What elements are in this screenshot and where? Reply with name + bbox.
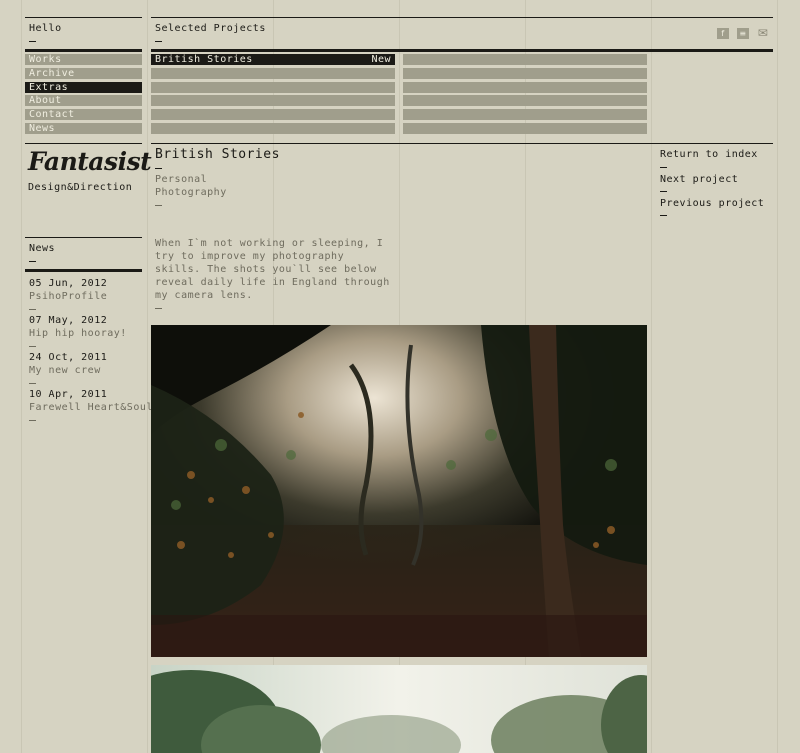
project-item[interactable] [403, 123, 647, 134]
project-item[interactable] [403, 95, 647, 106]
project-item-title: British Stories [155, 54, 253, 65]
grid-line [651, 0, 652, 753]
news-link[interactable]: PsihoProfile [29, 290, 107, 303]
dash [660, 191, 667, 192]
news-rule-thick [25, 269, 142, 272]
nav-item-news[interactable]: News [25, 123, 142, 134]
description-line: try to improve my photography [155, 251, 345, 262]
dash [155, 205, 162, 206]
next-project-link[interactable]: Next project [660, 173, 738, 186]
project-item[interactable] [403, 82, 647, 93]
description-line: reveal daily life in England through [155, 277, 390, 288]
news-link[interactable]: Farewell Heart&Soul [29, 401, 153, 414]
section-rule [25, 143, 142, 144]
dash [29, 420, 36, 421]
project-item[interactable] [151, 123, 395, 134]
project-item[interactable] [151, 109, 395, 120]
news-date: 24 Oct, 2011 [29, 352, 108, 363]
project-item[interactable] [403, 54, 647, 65]
previous-project-link[interactable]: Previous project [660, 197, 764, 210]
grid-line [777, 0, 778, 753]
logo[interactable]: Fantasist [28, 148, 152, 176]
dash [29, 383, 36, 384]
nav-item-contact[interactable]: Contact [25, 109, 142, 120]
top-rule [151, 17, 773, 18]
news-link[interactable]: Hip hip hooray! [29, 327, 127, 340]
forest-photo [151, 325, 647, 657]
grid-line [147, 0, 148, 753]
grid-line [21, 0, 22, 753]
top-rule [25, 17, 142, 18]
dash [29, 261, 36, 262]
dash [29, 309, 36, 310]
news-date: 07 May, 2012 [29, 315, 108, 326]
news-date: 05 Jun, 2012 [29, 278, 108, 289]
project-category: Photography [155, 187, 227, 198]
nav-item-archive[interactable]: Archive [25, 68, 142, 79]
dash [155, 168, 162, 169]
new-badge: New [371, 54, 391, 65]
project-item[interactable] [403, 68, 647, 79]
project-item[interactable] [151, 95, 395, 106]
return-to-index-link[interactable]: Return to index [660, 148, 758, 161]
dash [155, 41, 162, 42]
news-link[interactable]: My new crew [29, 364, 101, 377]
selected-projects-heading: Selected Projects [155, 23, 266, 34]
projects-rule [151, 49, 773, 52]
section-rule [151, 143, 773, 144]
nav-item-extras[interactable]: Extras [25, 82, 142, 93]
mail-icon[interactable]: ✉ [757, 27, 769, 39]
news-date: 10 Apr, 2011 [29, 389, 108, 400]
dash [660, 167, 667, 168]
nav-rule [25, 49, 142, 52]
project-item[interactable] [403, 109, 647, 120]
misty-trees-photo [151, 665, 647, 753]
dash [29, 41, 36, 42]
news-heading: News [29, 243, 56, 254]
description-line: When I`m not working or sleeping, I [155, 238, 384, 249]
rss-icon[interactable]: ≡ [737, 28, 749, 39]
description-line: my camera lens. [155, 290, 253, 301]
dash [155, 308, 162, 309]
project-category: Personal [155, 174, 208, 185]
facebook-icon[interactable]: f [717, 28, 729, 39]
tagline: Design&Direction [28, 182, 133, 193]
dash [660, 215, 667, 216]
project-item[interactable] [151, 68, 395, 79]
project-item[interactable] [151, 82, 395, 93]
news-rule [25, 237, 142, 238]
nav-item-works[interactable]: Works [25, 54, 142, 65]
dash [29, 346, 36, 347]
nav-item-about[interactable]: About [25, 95, 142, 106]
project-title: British Stories [155, 147, 280, 162]
description-line: skills. The shots you`ll see below [155, 264, 377, 275]
hello-heading: Hello [29, 23, 62, 34]
project-item-british-stories[interactable]: British Stories New [151, 54, 395, 65]
